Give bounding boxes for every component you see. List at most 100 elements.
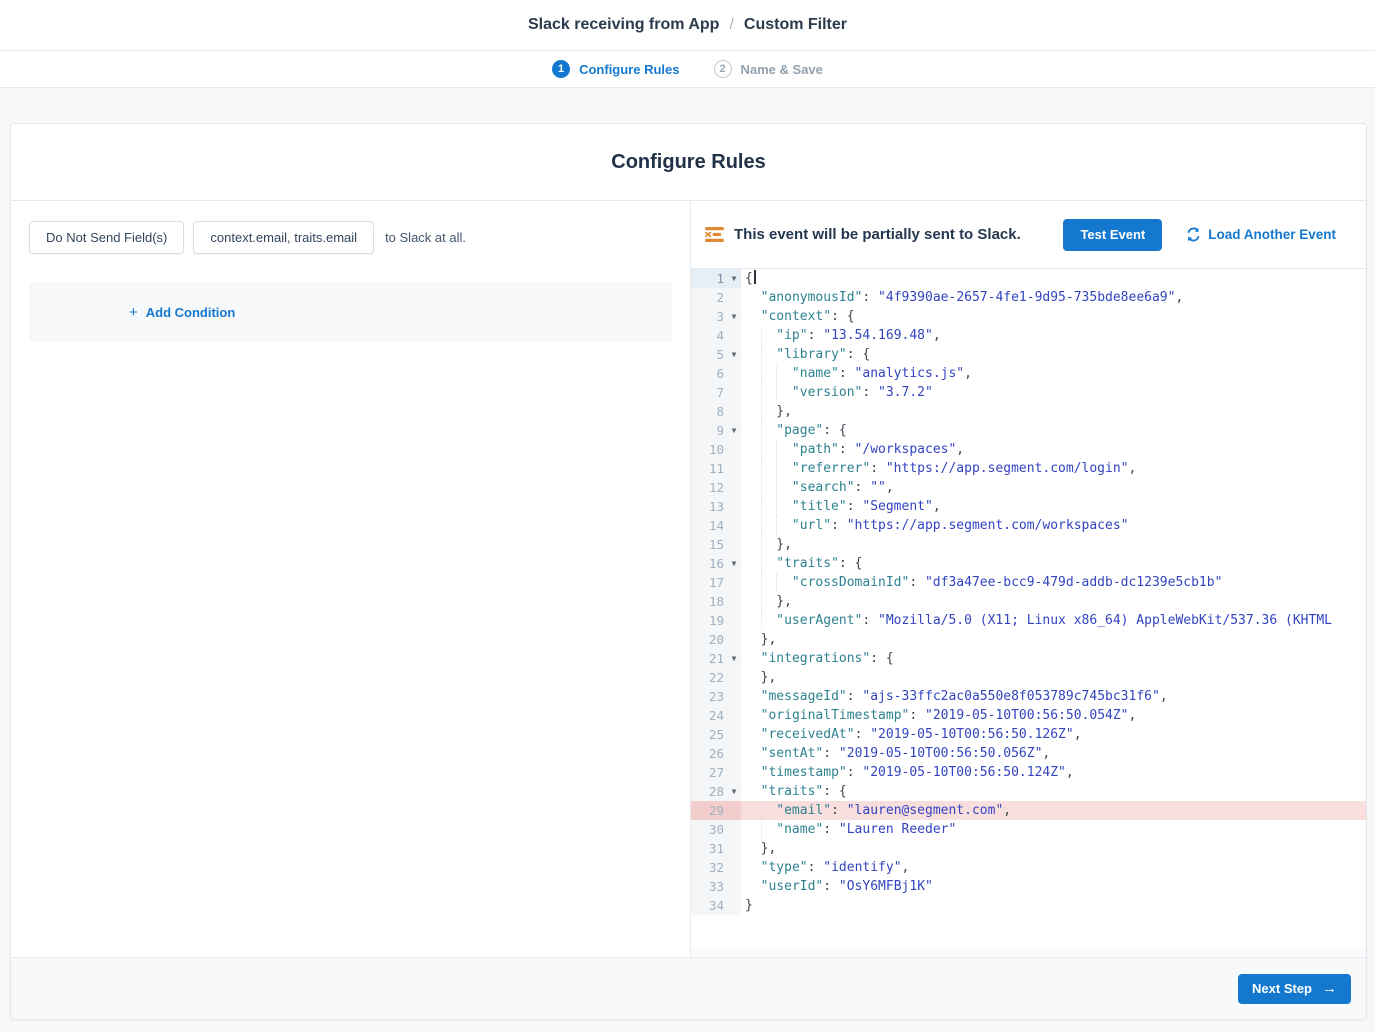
breadcrumb-primary[interactable]: Slack receiving from App [528, 16, 719, 34]
json-editor[interactable]: 1▼{2"anonymousId": "4f9390ae-2657-4fe1-9… [691, 269, 1366, 947]
card-footer: Next Step → [11, 957, 1366, 1019]
code-line[interactable]: 29"email": "lauren@segment.com", [691, 801, 1366, 820]
code-line[interactable]: 12"search": "", [691, 478, 1366, 497]
code-line[interactable]: 7"version": "3.7.2" [691, 383, 1366, 402]
line-number: 32 [691, 858, 741, 877]
code-lines: 1▼{2"anonymousId": "4f9390ae-2657-4fe1-9… [691, 269, 1366, 915]
code-line[interactable]: 18}, [691, 592, 1366, 611]
line-number: 4 [691, 326, 741, 345]
configure-rules-card: Configure Rules Do Not Send Field(s) con… [10, 123, 1367, 1020]
code-line[interactable]: 32"type": "identify", [691, 858, 1366, 877]
code-line[interactable]: 15}, [691, 535, 1366, 554]
text-cursor [754, 270, 756, 284]
line-number: 31 [691, 839, 741, 858]
line-number: 29 [691, 801, 741, 820]
code-line[interactable]: 9▼"page": { [691, 421, 1366, 440]
preview-actions: Test Event Load Another Event [1063, 219, 1336, 251]
code-line[interactable]: 25"receivedAt": "2019-05-10T00:56:50.126… [691, 725, 1366, 744]
line-number: 21▼ [691, 649, 741, 668]
fold-arrow-icon[interactable]: ▼ [727, 782, 741, 801]
code-line[interactable]: 20}, [691, 630, 1366, 649]
line-number: 2 [691, 288, 741, 307]
code-line[interactable]: 26"sentAt": "2019-05-10T00:56:50.056Z", [691, 744, 1366, 763]
fold-arrow-icon[interactable]: ▼ [727, 269, 741, 288]
line-number: 30 [691, 820, 741, 839]
step-2-label: Name & Save [741, 62, 823, 77]
line-number: 34 [691, 896, 741, 915]
code-line[interactable]: 16▼"traits": { [691, 554, 1366, 573]
line-number: 11 [691, 459, 741, 478]
line-number: 8 [691, 402, 741, 421]
step-bar: 1 Configure Rules 2 Name & Save [0, 51, 1375, 88]
line-number: 6 [691, 364, 741, 383]
code-line[interactable]: 8}, [691, 402, 1366, 421]
fold-arrow-icon[interactable]: ▼ [727, 554, 741, 573]
code-line[interactable]: 17"crossDomainId": "df3a47ee-bcc9-479d-a… [691, 573, 1366, 592]
code-line[interactable]: 22}, [691, 668, 1366, 687]
code-line[interactable]: 28▼"traits": { [691, 782, 1366, 801]
line-number: 13 [691, 497, 741, 516]
code-line[interactable]: 2"anonymousId": "4f9390ae-2657-4fe1-9d95… [691, 288, 1366, 307]
line-number: 1▼ [691, 269, 741, 288]
step-1-circle: 1 [552, 60, 570, 78]
step-2-circle: 2 [714, 60, 732, 78]
step-name-save[interactable]: 2 Name & Save [714, 60, 823, 78]
line-number: 19 [691, 611, 741, 630]
partial-send-icon [705, 227, 724, 242]
line-number: 12 [691, 478, 741, 497]
test-event-button[interactable]: Test Event [1063, 219, 1162, 251]
line-number: 22 [691, 668, 741, 687]
code-line[interactable]: 30"name": "Lauren Reeder" [691, 820, 1366, 839]
rule-suffix-text: to Slack at all. [385, 230, 466, 245]
fold-arrow-icon[interactable]: ▼ [727, 649, 741, 668]
line-number: 26 [691, 744, 741, 763]
code-line[interactable]: 27"timestamp": "2019-05-10T00:56:50.124Z… [691, 763, 1366, 782]
line-number: 10 [691, 440, 741, 459]
add-condition-box: + Add Condition [29, 282, 672, 342]
add-condition-label: Add Condition [146, 305, 236, 320]
code-line[interactable]: 31}, [691, 839, 1366, 858]
line-number: 17 [691, 573, 741, 592]
code-line[interactable]: 10"path": "/workspaces", [691, 440, 1366, 459]
fields-dropdown[interactable]: context.email, traits.email [193, 221, 374, 254]
status-message: This event will be partially sent to Sla… [734, 226, 1021, 243]
breadcrumb-separator: / [729, 16, 733, 34]
add-condition-button[interactable]: + Add Condition [129, 305, 235, 320]
line-number: 18 [691, 592, 741, 611]
load-another-event-label: Load Another Event [1208, 227, 1336, 242]
code-line[interactable]: 21▼"integrations": { [691, 649, 1366, 668]
arrow-right-icon: → [1322, 981, 1337, 996]
code-line[interactable]: 6"name": "analytics.js", [691, 364, 1366, 383]
code-line[interactable]: 34} [691, 896, 1366, 915]
refresh-icon [1186, 227, 1201, 242]
line-number: 5▼ [691, 345, 741, 364]
code-line[interactable]: 14"url": "https://app.segment.com/worksp… [691, 516, 1366, 535]
code-line[interactable]: 4"ip": "13.54.169.48", [691, 326, 1366, 345]
next-step-button[interactable]: Next Step → [1238, 974, 1351, 1004]
code-line[interactable]: 13"title": "Segment", [691, 497, 1366, 516]
code-line[interactable]: 5▼"library": { [691, 345, 1366, 364]
line-number: 9▼ [691, 421, 741, 440]
code-line[interactable]: 11"referrer": "https://app.segment.com/l… [691, 459, 1366, 478]
rule-row: Do Not Send Field(s) context.email, trai… [29, 221, 672, 254]
step-configure-rules[interactable]: 1 Configure Rules [552, 60, 679, 78]
preview-header: This event will be partially sent to Sla… [691, 201, 1366, 269]
do-not-send-fields-dropdown[interactable]: Do Not Send Field(s) [29, 221, 184, 254]
line-number: 3▼ [691, 307, 741, 326]
code-line[interactable]: 33"userId": "OsY6MFBj1K" [691, 877, 1366, 896]
line-number: 7 [691, 383, 741, 402]
load-another-event-link[interactable]: Load Another Event [1186, 227, 1336, 242]
code-line[interactable]: 23"messageId": "ajs-33ffc2ac0a550e8f0537… [691, 687, 1366, 706]
fold-arrow-icon[interactable]: ▼ [727, 345, 741, 364]
code-line[interactable]: 24"originalTimestamp": "2019-05-10T00:56… [691, 706, 1366, 725]
fold-arrow-icon[interactable]: ▼ [727, 421, 741, 440]
line-number: 27 [691, 763, 741, 782]
code-line[interactable]: 3▼"context": { [691, 307, 1366, 326]
rules-pane: Do Not Send Field(s) context.email, trai… [11, 201, 691, 957]
code-line[interactable]: 1▼{ [691, 269, 1366, 288]
code-line[interactable]: 19"userAgent": "Mozilla/5.0 (X11; Linux … [691, 611, 1366, 630]
line-number: 33 [691, 877, 741, 896]
main-content: Configure Rules Do Not Send Field(s) con… [0, 88, 1375, 1020]
line-number: 23 [691, 687, 741, 706]
fold-arrow-icon[interactable]: ▼ [727, 307, 741, 326]
